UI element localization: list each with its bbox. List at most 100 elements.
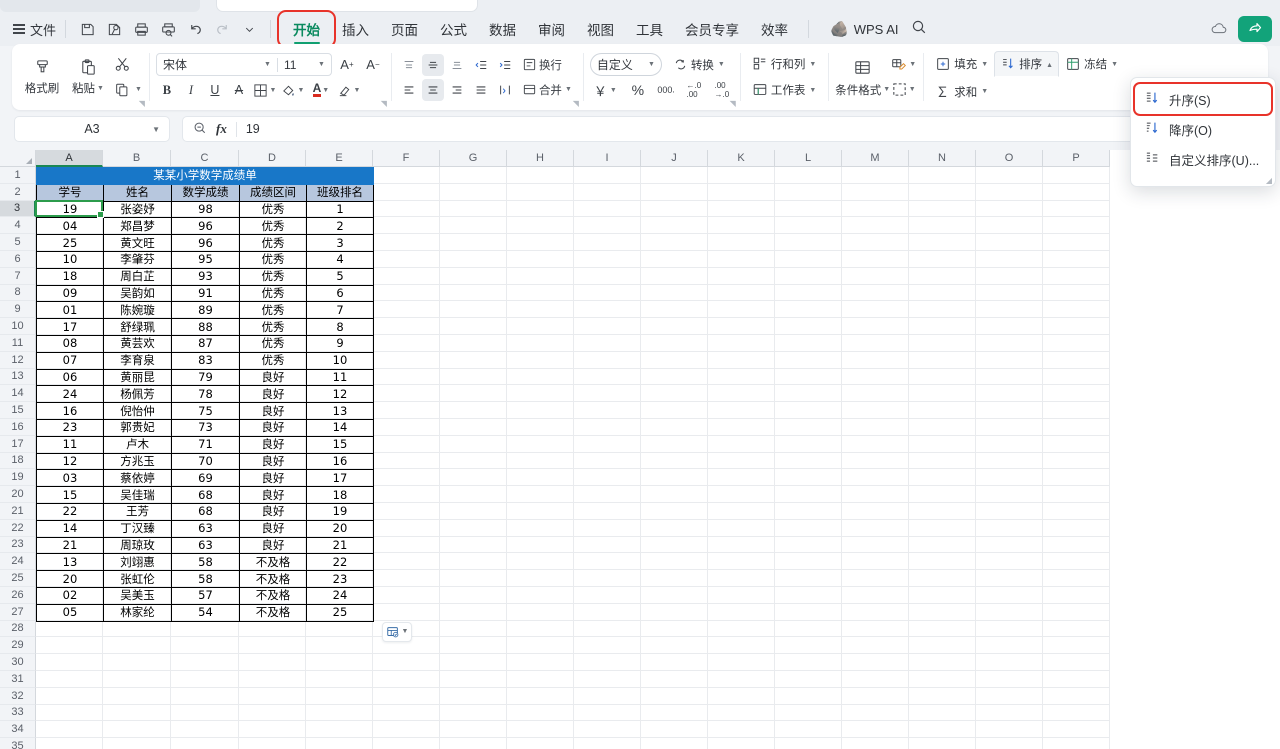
wrap-text-button[interactable]: 换行 [518,54,566,76]
row-header-26[interactable]: 26 [0,586,36,604]
grid-cell[interactable] [976,687,1043,705]
grid-cell[interactable] [574,469,641,487]
grid-cell[interactable] [641,200,708,218]
grid-cell[interactable] [909,217,976,235]
table-cell[interactable]: 23 [306,570,374,588]
grid-cell[interactable] [1043,385,1110,403]
grid-cell[interactable] [440,738,507,749]
grid-cell[interactable] [976,670,1043,688]
grid-cell[interactable] [775,570,842,587]
grid-cell[interactable] [440,402,507,419]
paste-options-icon[interactable]: ▼ [382,621,412,642]
grid-cell[interactable] [842,385,909,403]
table-cell[interactable]: 王芳 [103,502,172,521]
grid-cell[interactable] [574,637,641,655]
grid-cell[interactable] [641,738,708,749]
format-painter-button[interactable]: 格式刷 [19,50,65,104]
table-cell[interactable]: 优秀 [239,234,307,252]
table-cell[interactable]: 3 [306,234,374,252]
convert-button[interactable]: 转换 ▼ [668,53,730,76]
grid-cell[interactable] [574,418,641,436]
grid-cell[interactable] [1043,721,1110,739]
increase-decimal-icon[interactable]: ←.0.00 [683,79,705,101]
grid-cell[interactable] [708,553,775,571]
table-cell[interactable]: 23 [36,418,104,437]
grid-cell[interactable] [842,351,909,369]
table-cell[interactable]: 周琼玫 [103,536,172,555]
grid-cell[interactable] [440,603,507,621]
table-cell[interactable]: 08 [36,334,104,353]
grid-cell[interactable] [306,670,373,688]
grid-cell[interactable] [842,687,909,705]
table-cell[interactable]: 21 [36,536,104,555]
grid-cell[interactable] [36,637,103,655]
grid-cell[interactable] [976,385,1043,403]
grid-cell[interactable] [775,502,842,520]
row-header-35[interactable]: 35 [0,738,36,749]
grid-cell[interactable] [641,603,708,621]
grid-cell[interactable] [103,687,171,705]
grid-cell[interactable] [440,301,507,319]
grid-cell[interactable] [574,704,641,722]
grid-cell[interactable] [775,217,842,235]
grid-cell[interactable] [373,738,440,749]
table-cell[interactable]: 11 [306,368,374,387]
grid-cell[interactable] [775,654,842,671]
grid-cell[interactable] [507,603,574,621]
table-cell[interactable]: 78 [171,385,240,404]
table-cell[interactable]: 5 [306,267,374,286]
grid-cell[interactable] [976,738,1043,749]
table-cell[interactable]: 方兆玉 [103,452,172,471]
tab-tools[interactable]: 工具 [625,15,674,43]
font-size-select[interactable]: 11 ▼ [276,57,331,72]
grid-cell[interactable] [708,418,775,436]
table-cell[interactable]: 25 [36,234,104,252]
grid-cell[interactable] [708,687,775,705]
align-center-button[interactable] [421,78,444,101]
row-header-17[interactable]: 17 [0,435,36,453]
grid-cell[interactable] [641,284,708,302]
grid-cell[interactable] [976,200,1043,218]
grid-cell[interactable] [842,486,909,503]
grid-cell[interactable] [976,553,1043,571]
save-as-icon[interactable] [102,17,126,41]
table-cell[interactable]: 20 [36,570,104,588]
grid-cell[interactable] [641,570,708,587]
grid-cell[interactable] [507,519,574,537]
grid-cell[interactable] [775,435,842,453]
grid-cell[interactable] [708,318,775,335]
table-cell[interactable]: 郑昌梦 [103,217,172,236]
grid-cell[interactable] [708,301,775,319]
row-header-10[interactable]: 10 [0,318,36,335]
row-header-22[interactable]: 22 [0,519,36,537]
grid-cell[interactable] [373,183,440,201]
column-label-cell[interactable]: 成绩区间 [239,183,307,202]
table-cell[interactable]: 69 [171,469,240,488]
grid-cell[interactable] [708,284,775,302]
row-header-31[interactable]: 31 [0,670,36,688]
grid-cell[interactable] [507,553,574,571]
grid-cell[interactable] [842,603,909,621]
grid-cell[interactable] [775,267,842,285]
table-cell[interactable]: 4 [306,250,374,269]
table-cell[interactable]: 8 [306,318,374,336]
undo-icon[interactable] [183,17,207,41]
table-cell[interactable]: 63 [171,536,240,555]
grid-cell[interactable] [708,452,775,470]
grid-cell[interactable] [239,721,306,739]
grid-cell[interactable] [306,654,373,671]
rows-columns-button[interactable]: 行和列 ▼ [747,53,821,76]
grid-cell[interactable] [976,721,1043,739]
row-header-12[interactable]: 12 [0,351,36,369]
grid-cell[interactable] [842,368,909,386]
grid-cell[interactable] [842,183,909,201]
grid-cell[interactable] [909,284,976,302]
grid-cell[interactable] [171,704,239,722]
chevron-down-icon[interactable] [237,17,261,41]
grid-cell[interactable] [103,738,171,749]
grid-cell[interactable] [775,586,842,604]
grid-cell[interactable] [171,670,239,688]
grid-cell[interactable] [373,351,440,369]
grid-cell[interactable] [507,402,574,419]
grid-cell[interactable] [373,385,440,403]
